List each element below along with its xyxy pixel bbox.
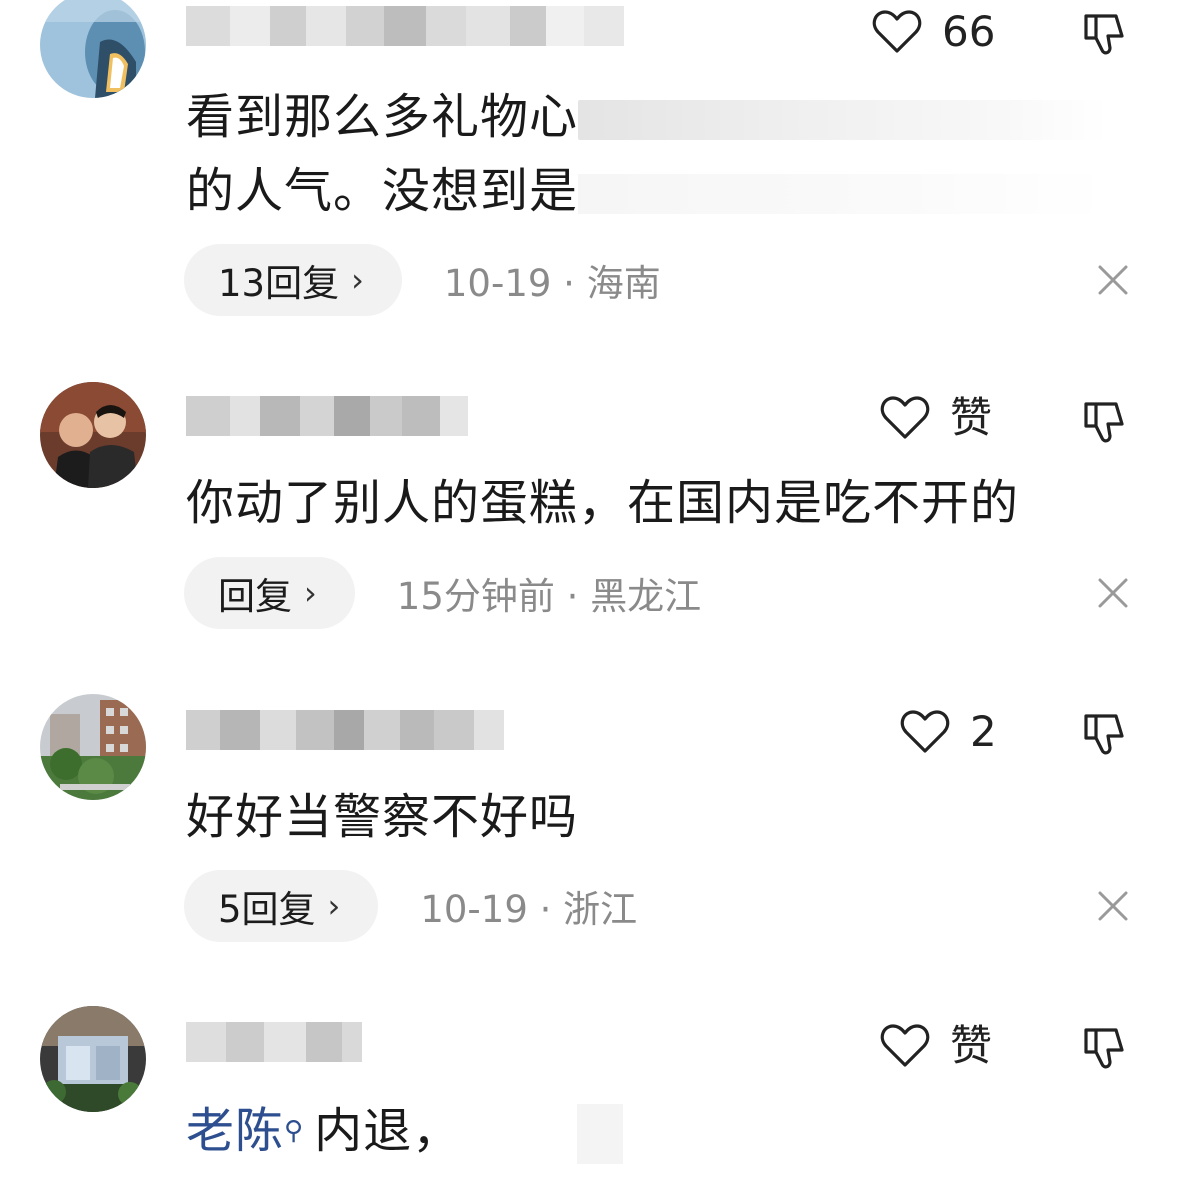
comment-text-line: 好好当警察不好吗 (186, 789, 579, 845)
replies-label: 13回复 (218, 262, 340, 305)
like-button[interactable]: 赞 (880, 396, 992, 440)
like-button[interactable]: 66 (872, 10, 995, 54)
comment-location: 浙江 (563, 888, 638, 931)
username-pixelated[interactable] (186, 1018, 362, 1066)
separator: · (566, 575, 579, 618)
chevron-right-icon: › (327, 887, 341, 925)
comment-time-location: 10-19 · 浙江 (420, 879, 637, 933)
replies-label: 回复 (218, 575, 292, 618)
comment-text: 老陈⚲ 内退， (186, 1094, 624, 1168)
comment-location: 黑龙江 (590, 575, 702, 618)
replies-button[interactable]: 5回复 › (184, 870, 379, 942)
username-pixelated[interactable] (186, 392, 468, 440)
dislike-button[interactable] (1080, 1024, 1128, 1072)
comment-time: 10-19 (420, 888, 528, 931)
username-pixelated[interactable] (186, 2, 624, 50)
close-icon (1096, 263, 1130, 297)
separator: · (563, 262, 575, 305)
comment-text-line: 你动了别人的蛋糕，在国内是吃不开的 (186, 475, 1020, 531)
dislike-button[interactable] (1080, 10, 1128, 58)
chevron-right-icon: › (351, 261, 364, 299)
search-mark-icon[interactable]: ⚲ (284, 1116, 304, 1146)
replies-label: 5回复 (218, 888, 316, 931)
username-pixelated[interactable] (186, 706, 504, 754)
like-count: 2 (970, 707, 997, 756)
close-icon (1096, 576, 1130, 610)
close-button[interactable] (1096, 263, 1130, 297)
close-button[interactable] (1096, 576, 1130, 610)
comment-text: 你动了别人的蛋糕，在国内是吃不开的 (186, 466, 1019, 540)
user-mention[interactable]: 老陈 (186, 1103, 284, 1159)
heart-outline-icon (880, 1024, 930, 1068)
avatar[interactable] (40, 1006, 146, 1112)
comment-meta: 13回复 › 10-19 · 海南 (184, 244, 661, 316)
comment-meta: 回复 › 15分钟前 · 黑龙江 (184, 557, 701, 629)
thumbs-down-icon (1080, 1024, 1128, 1072)
comment-time-location: 15分钟前 · 黑龙江 (397, 566, 701, 620)
thumbs-down-icon (1080, 398, 1128, 446)
avatar[interactable] (40, 694, 146, 800)
comment-meta: 5回复 › 10-19 · 浙江 (184, 870, 637, 942)
comment-text-line: 内退， (314, 1103, 462, 1159)
thumbs-down-icon (1080, 10, 1128, 58)
replies-button[interactable]: 13回复 › (184, 244, 402, 316)
avatar[interactable] (40, 0, 146, 98)
dislike-button[interactable] (1080, 710, 1128, 758)
like-button[interactable]: 赞 (880, 1024, 992, 1068)
replies-button[interactable]: 回复 › (184, 557, 355, 629)
like-count: 66 (942, 7, 996, 56)
separator: · (539, 888, 552, 931)
dislike-button[interactable] (1080, 398, 1128, 446)
like-button[interactable]: 2 (900, 710, 997, 754)
comment-time: 10-19 (443, 262, 552, 305)
avatar[interactable] (40, 382, 146, 488)
chevron-right-icon: › (304, 574, 317, 612)
close-button[interactable] (1096, 889, 1130, 923)
heart-outline-icon (880, 396, 930, 440)
comment-text: 好好当警察不好吗 (186, 780, 578, 854)
heart-outline-icon (872, 10, 922, 54)
like-label: 赞 (950, 1021, 993, 1070)
redacted-text (578, 174, 1109, 214)
like-label: 赞 (950, 393, 993, 442)
thumbs-down-icon (1080, 710, 1128, 758)
redacted-text (578, 100, 1109, 140)
comment-location: 海南 (586, 262, 661, 305)
close-icon (1096, 889, 1130, 923)
comment-text-line: 的人气。没想到是 (186, 163, 579, 219)
redacted-text (577, 1104, 624, 1164)
comment-text-line: 看到那么多礼物心 (186, 89, 579, 145)
heart-outline-icon (900, 710, 950, 754)
comment-text: 看到那么多礼物心 的人气。没想到是 (186, 80, 1109, 228)
comment-time: 15分钟前 (396, 575, 555, 618)
comment-time-location: 10-19 · 海南 (444, 253, 661, 307)
